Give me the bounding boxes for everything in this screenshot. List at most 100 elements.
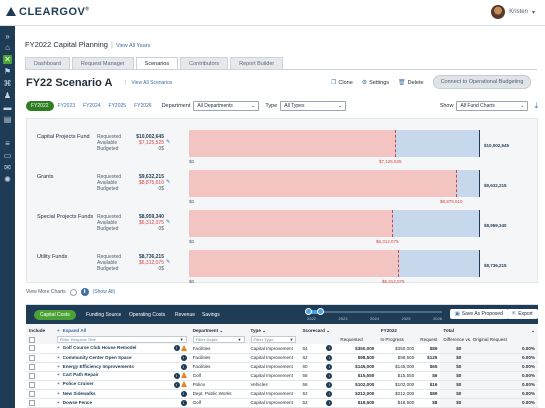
expand-row-icon[interactable]: +	[57, 372, 60, 377]
request-title[interactable]: Cart Path Repair	[63, 372, 99, 377]
table-row[interactable]: + New Sidewalks i Dept. Public Works Capit…	[26, 389, 538, 399]
save-as-proposed-button[interactable]: ▣ Save As Proposed	[450, 309, 508, 319]
export-button[interactable]: ⇱ Export	[507, 309, 538, 319]
info-icon[interactable]: i	[326, 345, 333, 352]
connect-button[interactable]: Connect to Operational Budgeting	[432, 75, 532, 89]
info-icon[interactable]: i	[326, 399, 333, 406]
info-icon[interactable]: i	[173, 381, 180, 388]
settings-button[interactable]: ⚙ Settings	[362, 79, 389, 86]
include-cell[interactable]	[26, 371, 54, 381]
request-title[interactable]: Community Center Open Space	[63, 355, 132, 360]
expand-row-icon[interactable]: +	[57, 400, 60, 405]
expand-sidebar-icon[interactable]: »	[3, 32, 12, 41]
home-icon[interactable]: ⌂	[3, 43, 12, 52]
grid-tab-funding-source[interactable]: Funding Source	[82, 310, 125, 320]
delete-button[interactable]: 🗑︎ Delete	[398, 79, 424, 86]
grid-tab-savings[interactable]: Savings	[198, 310, 224, 320]
col-scorecard[interactable]: Scorecard ⌄	[299, 326, 337, 335]
show-all-link[interactable]: (Show All)	[93, 289, 116, 295]
include-cell[interactable]	[26, 362, 54, 372]
expand-row-icon[interactable]: +	[57, 391, 60, 396]
info-icon[interactable]: i	[326, 390, 333, 397]
expand-row-icon[interactable]: +	[57, 355, 60, 360]
year-tab-fy2026[interactable]: FY2026	[130, 101, 156, 111]
col-expand-all[interactable]: + Expand All	[54, 326, 190, 335]
request-title-cell[interactable]: + New Sidewalks i	[53, 389, 190, 399]
info-icon[interactable]: i	[173, 372, 180, 379]
year-tab-fy2023[interactable]: FY2023	[54, 101, 80, 111]
request-title[interactable]: Police Cruiser	[63, 381, 94, 386]
request-title-cell[interactable]: + Energy Efficiency Improvements i	[53, 362, 190, 372]
department-select[interactable]: All Departments ⌄	[193, 100, 260, 111]
scorecard-info-cell[interactable]: i	[323, 344, 338, 354]
chat-icon[interactable]: ✉	[3, 163, 12, 172]
edit-pencil-icon[interactable]: ✎	[166, 259, 170, 265]
include-cell[interactable]	[26, 344, 54, 354]
info-icon[interactable]: i	[326, 354, 333, 361]
chevron-down-icon[interactable]: ⌄	[262, 328, 266, 333]
year-tab-fy2025[interactable]: FY2025	[105, 101, 131, 111]
user-menu[interactable]: Kristen ▾	[491, 5, 535, 19]
include-checkbox[interactable]	[29, 390, 35, 397]
table-row[interactable]: + Energy Efficiency Improvements i Facilit…	[26, 362, 538, 372]
include-cell[interactable]	[26, 353, 54, 363]
info-icon[interactable]: i	[173, 345, 180, 352]
clone-button[interactable]: ❐ Clone	[331, 79, 353, 86]
col-type[interactable]: Type ⌄	[248, 326, 300, 335]
scorecard-info-cell[interactable]: i	[323, 389, 338, 399]
show-select[interactable]: All Fund Charts ⌄	[456, 100, 529, 111]
request-title-cell[interactable]: + Cart Path Repair i	[53, 371, 190, 381]
view-all-scenarios-link[interactable]: View All Scenarios	[131, 80, 172, 86]
request-title-cell[interactable]: + Police Cruiser i	[53, 380, 190, 390]
warning-icon[interactable]	[180, 381, 187, 388]
filter-icon[interactable]: ▼	[238, 337, 242, 342]
table-row[interactable]: + Golf Course Club House Remodel i Facilit…	[26, 344, 538, 354]
include-cell[interactable]	[26, 380, 54, 390]
list-icon[interactable]: ≡	[3, 139, 12, 148]
table-row[interactable]: + Dowse Fence i Golf Capital Improvement 5…	[26, 398, 538, 408]
expand-row-icon[interactable]: +	[57, 364, 60, 369]
info-icon[interactable]: i	[180, 399, 187, 406]
scorecard-info-cell[interactable]: i	[323, 380, 338, 390]
scorecard-info-cell[interactable]: i	[323, 398, 338, 408]
filter-type-input[interactable]: Filter Type ▼	[250, 336, 297, 343]
map-pin-icon[interactable]: ⚑	[3, 67, 12, 76]
table-row[interactable]: + Police Cruiser i Police Vehicles 56 i $1…	[26, 380, 538, 390]
slider-end-handle[interactable]	[317, 308, 324, 315]
grid-tab-operating-costs[interactable]: Operating Costs	[125, 310, 169, 320]
table-row[interactable]: + Community Center Open Space i Facilities…	[26, 353, 538, 363]
chevron-down-icon[interactable]: ▾	[532, 9, 535, 16]
request-title[interactable]: New Sidewalks	[63, 391, 96, 396]
include-checkbox[interactable]	[29, 372, 35, 379]
request-title[interactable]: Dowse Fence	[63, 400, 92, 405]
request-title-cell[interactable]: + Golf Course Club House Remodel i	[53, 344, 190, 354]
scorecard-info-cell[interactable]: i	[323, 353, 338, 363]
tab-scenarios[interactable]: Scenarios	[135, 57, 179, 69]
tab-dashboard[interactable]: Dashboard	[25, 57, 70, 69]
info-icon[interactable]: i	[180, 354, 187, 361]
cleargov-logo[interactable]: CLEARGOV®	[6, 6, 90, 18]
user-name[interactable]: Kristen	[509, 9, 528, 15]
include-checkbox[interactable]	[29, 363, 35, 370]
table-row[interactable]: + Cart Path Repair i Golf Capital Improvem…	[26, 371, 538, 381]
filter-dept-input[interactable]: Filter Depts ▼	[192, 336, 245, 343]
warning-icon[interactable]	[180, 372, 187, 379]
grid-tab-capital-costs[interactable]: Capital Costs	[34, 310, 76, 320]
chevron-down-icon[interactable]: ⌄	[219, 328, 223, 333]
tab-report-builder[interactable]: Report Builder	[230, 57, 284, 69]
info-icon[interactable]: i	[180, 363, 187, 370]
include-checkbox[interactable]	[29, 381, 35, 388]
col-total-chevron[interactable]: ⌄	[464, 326, 538, 335]
edit-pencil-icon[interactable]: ✎	[166, 179, 170, 185]
people-icon[interactable]: ♟	[3, 91, 12, 100]
request-title[interactable]: Energy Efficiency Improvements	[63, 364, 134, 369]
expand-all-icon[interactable]: +	[57, 328, 60, 333]
arrow-down-icon[interactable]: ⬇	[80, 288, 89, 296]
tools-icon[interactable]: ✕	[3, 55, 12, 64]
info-icon[interactable]: i	[326, 381, 333, 388]
warning-icon[interactable]	[180, 345, 187, 352]
monitor-icon[interactable]: ▭	[3, 151, 12, 160]
edit-pencil-icon[interactable]: ✎	[166, 219, 170, 225]
filter-title-input[interactable]: Filter Request Title ▼	[56, 336, 187, 343]
expand-all-label[interactable]: Expand All	[63, 328, 87, 333]
